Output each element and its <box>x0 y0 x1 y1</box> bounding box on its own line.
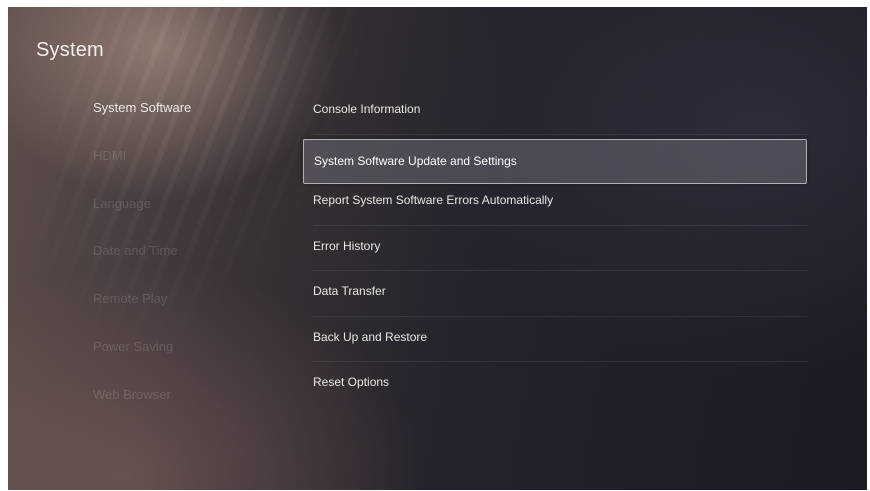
sidebar-item-web-browser[interactable]: Web Browser <box>93 380 283 428</box>
sidebar-item-language[interactable]: Language <box>93 189 283 237</box>
sidebar-item-power-saving[interactable]: Power Saving <box>93 332 283 380</box>
report-errors-automatically-item[interactable]: Report System Software Errors Automatica… <box>303 184 807 230</box>
sidebar-item-date-and-time[interactable]: Date and Time <box>93 236 283 284</box>
sidebar: System Software HDMI Language Date and T… <box>93 93 283 428</box>
reset-options-item[interactable]: Reset Options <box>303 366 807 412</box>
console-information-item[interactable]: Console Information <box>303 93 807 139</box>
sidebar-item-hdmi[interactable]: HDMI <box>93 141 283 189</box>
settings-menu: Console Information System Software Upda… <box>303 93 807 412</box>
sidebar-item-remote-play[interactable]: Remote Play <box>93 284 283 332</box>
sidebar-item-system-software[interactable]: System Software <box>93 93 283 141</box>
data-transfer-item[interactable]: Data Transfer <box>303 275 807 321</box>
system-settings-screen: System System Software HDMI Language Dat… <box>8 7 867 490</box>
back-up-and-restore-item[interactable]: Back Up and Restore <box>303 321 807 367</box>
system-software-update-item[interactable]: System Software Update and Settings <box>303 138 807 184</box>
error-history-item[interactable]: Error History <box>303 230 807 276</box>
page-title: System <box>36 39 104 61</box>
